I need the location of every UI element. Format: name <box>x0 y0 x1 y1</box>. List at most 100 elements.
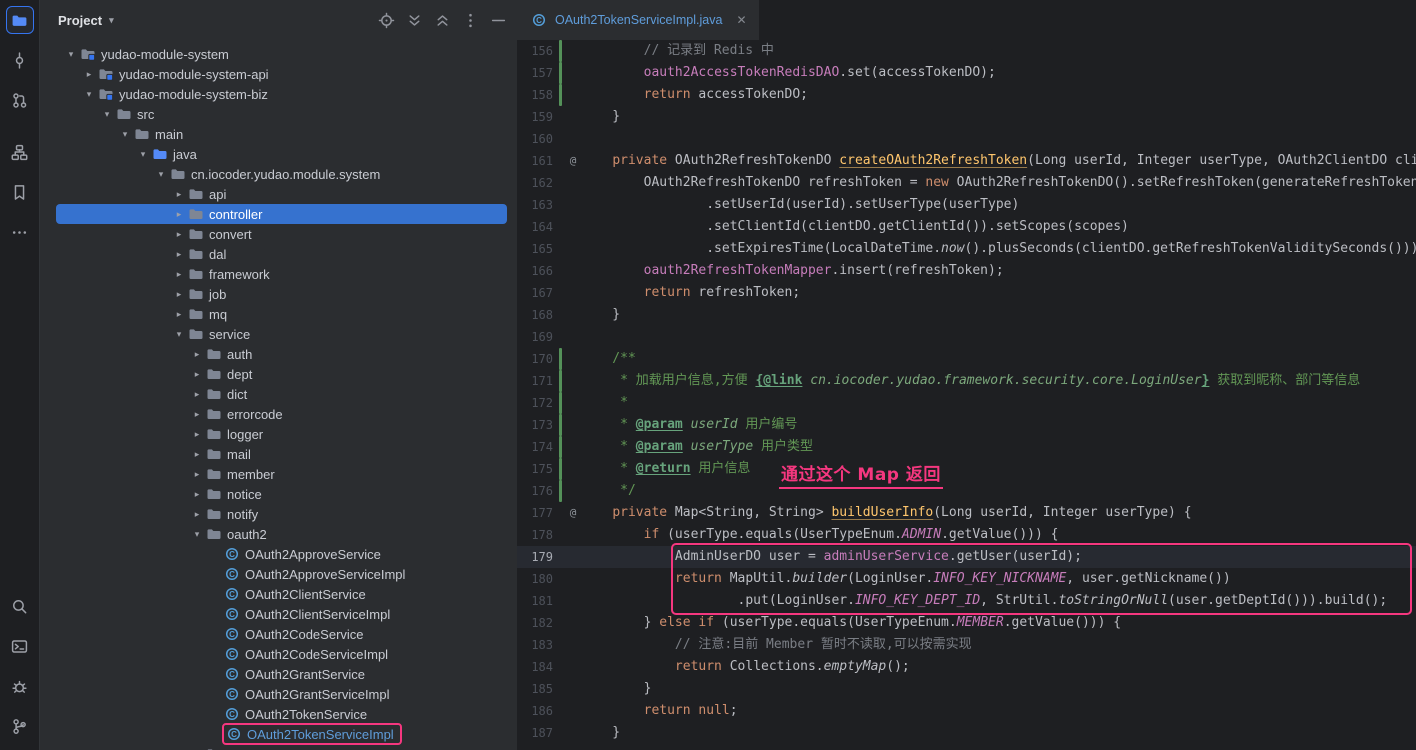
debug-icon[interactable] <box>6 672 34 700</box>
git-branch-icon[interactable] <box>6 712 34 740</box>
chevron-open-icon[interactable]: ▾ <box>154 169 168 180</box>
hide-panel-icon[interactable] <box>490 12 507 29</box>
line-number[interactable]: 164 <box>517 216 557 238</box>
code-line-174[interactable]: 174 * @param userType 用户类型 <box>517 436 1416 458</box>
code-line-177[interactable]: 177@ private Map<String, String> buildUs… <box>517 502 1416 524</box>
code-line-157[interactable]: 157 oauth2AccessTokenRedisDAO.set(access… <box>517 62 1416 84</box>
tree-item-service[interactable]: ▾service <box>40 324 517 344</box>
project-panel-title[interactable]: Project <box>58 13 102 28</box>
code-line-183[interactable]: 183 // 注意:目前 Member 暂时不读取,可以按需实现 <box>517 634 1416 656</box>
line-number[interactable]: 182 <box>517 612 557 634</box>
code-line-163[interactable]: 163 .setUserId(userId).setUserType(userT… <box>517 194 1416 216</box>
code-line-178[interactable]: 178 if (userType.equals(UserTypeEnum.ADM… <box>517 524 1416 546</box>
chevron-closed-icon[interactable]: ▸ <box>190 389 204 400</box>
code-line-176[interactable]: 176 */ <box>517 480 1416 502</box>
chevron-open-icon[interactable]: ▾ <box>136 149 150 160</box>
tree-item-auth[interactable]: ▸auth <box>40 344 517 364</box>
code-line-175[interactable]: 175 * @return 用户信息 <box>517 458 1416 480</box>
tree-item-api[interactable]: ▸api <box>40 184 517 204</box>
tree-item-mail[interactable]: ▸mail <box>40 444 517 464</box>
chevron-closed-icon[interactable]: ▸ <box>190 489 204 500</box>
line-number[interactable]: 166 <box>517 260 557 282</box>
chevron-open-icon[interactable]: ▾ <box>190 529 204 540</box>
bookmarks-icon[interactable] <box>6 178 34 206</box>
tree-item-oauth2codeservice[interactable]: COAuth2CodeService <box>40 624 517 644</box>
tree-item-oauth2grantserviceimpl[interactable]: COAuth2GrantServiceImpl <box>40 684 517 704</box>
line-number[interactable]: 186 <box>517 700 557 722</box>
chevron-open-icon[interactable]: ▾ <box>172 329 186 340</box>
code-line-186[interactable]: 186 return null; <box>517 700 1416 722</box>
code-line-169[interactable]: 169 <box>517 326 1416 348</box>
tree-item-job[interactable]: ▸job <box>40 284 517 304</box>
structure-icon[interactable] <box>6 138 34 166</box>
line-number[interactable]: 173 <box>517 414 557 436</box>
chevron-open-icon[interactable]: ▾ <box>100 109 114 120</box>
code-line-161[interactable]: 161@ private OAuth2RefreshTokenDO create… <box>517 150 1416 172</box>
chevron-closed-icon[interactable]: ▸ <box>172 269 186 280</box>
code-line-162[interactable]: 162 OAuth2RefreshTokenDO refreshToken = … <box>517 172 1416 194</box>
code-line-158[interactable]: 158 return accessTokenDO; <box>517 84 1416 106</box>
tree-item-main[interactable]: ▾main <box>40 124 517 144</box>
tree-item-oauth2approveserviceimpl[interactable]: COAuth2ApproveServiceImpl <box>40 564 517 584</box>
code-lines[interactable]: 通过这个 Map 返回 156 // 记录到 Redis 中157 oauth2… <box>517 40 1416 750</box>
chevron-closed-icon[interactable]: ▸ <box>172 289 186 300</box>
tree-item-member[interactable]: ▸member <box>40 464 517 484</box>
tree-item-oauth2tokenservice[interactable]: COAuth2TokenService <box>40 704 517 724</box>
code-line-168[interactable]: 168 } <box>517 304 1416 326</box>
code-line-156[interactable]: 156 // 记录到 Redis 中 <box>517 40 1416 62</box>
line-number[interactable]: 178 <box>517 524 557 546</box>
line-number[interactable]: 180 <box>517 568 557 590</box>
code-line-181[interactable]: 181 .put(LoginUser.INFO_KEY_DEPT_ID, Str… <box>517 590 1416 612</box>
chevron-closed-icon[interactable]: ▸ <box>190 469 204 480</box>
tree-item-java[interactable]: ▾java <box>40 144 517 164</box>
line-number[interactable]: 175 <box>517 458 557 480</box>
tree-item-errorcode[interactable]: ▸errorcode <box>40 404 517 424</box>
more-actions-icon[interactable] <box>462 12 479 29</box>
chevron-closed-icon[interactable]: ▸ <box>172 229 186 240</box>
line-number[interactable]: 159 <box>517 106 557 128</box>
tree-item-mq[interactable]: ▸mq <box>40 304 517 324</box>
tree-item-notice[interactable]: ▸notice <box>40 484 517 504</box>
annotation-gutter-icon[interactable]: @ <box>565 502 581 524</box>
code-line-184[interactable]: 184 return Collections.emptyMap(); <box>517 656 1416 678</box>
line-number[interactable]: 167 <box>517 282 557 304</box>
commit-icon[interactable] <box>6 46 34 74</box>
tree-item-dept[interactable]: ▸dept <box>40 364 517 384</box>
chevron-open-icon[interactable]: ▾ <box>64 49 78 60</box>
code-line-182[interactable]: 182 } else if (userType.equals(UserTypeE… <box>517 612 1416 634</box>
expand-all-icon[interactable] <box>406 12 423 29</box>
tree-item-oauth2codeserviceimpl[interactable]: COAuth2CodeServiceImpl <box>40 644 517 664</box>
chevron-closed-icon[interactable]: ▸ <box>190 429 204 440</box>
chevron-closed-icon[interactable]: ▸ <box>190 449 204 460</box>
tree-item-logger[interactable]: ▸logger <box>40 424 517 444</box>
tree-item-oauth2tokenserviceimpl[interactable]: COAuth2TokenServiceImpl <box>40 724 517 744</box>
tab-close-icon[interactable]: ✕ <box>736 13 746 27</box>
code-line-165[interactable]: 165 .setExpiresTime(LocalDateTime.now().… <box>517 238 1416 260</box>
tree-item-dal[interactable]: ▸dal <box>40 244 517 264</box>
code-line-180[interactable]: 180 return MapUtil.builder(LoginUser.INF… <box>517 568 1416 590</box>
code-line-166[interactable]: 166 oauth2RefreshTokenMapper.insert(refr… <box>517 260 1416 282</box>
line-number[interactable]: 169 <box>517 326 557 348</box>
tree-item-cn-iocoder-yudao-module-system[interactable]: ▾cn.iocoder.yudao.module.system <box>40 164 517 184</box>
code-line-160[interactable]: 160 <box>517 128 1416 150</box>
line-number[interactable]: 184 <box>517 656 557 678</box>
code-line-164[interactable]: 164 .setClientId(clientDO.getClientId())… <box>517 216 1416 238</box>
line-number[interactable]: 170 <box>517 348 557 370</box>
tree-item-oauth2[interactable]: ▾oauth2 <box>40 524 517 544</box>
line-number[interactable]: 185 <box>517 678 557 700</box>
editor-tab[interactable]: C OAuth2TokenServiceImpl.java ✕ <box>517 0 759 40</box>
tree-item-controller[interactable]: ▸controller <box>56 204 507 224</box>
line-number[interactable]: 171 <box>517 370 557 392</box>
code-line-187[interactable]: 187 } <box>517 722 1416 744</box>
line-number[interactable]: 177 <box>517 502 557 524</box>
tree-item-src[interactable]: ▾src <box>40 104 517 124</box>
line-number[interactable]: 157 <box>517 62 557 84</box>
project-folder-icon[interactable] <box>6 6 34 34</box>
code-line-159[interactable]: 159 } <box>517 106 1416 128</box>
more-tool-windows-icon[interactable] <box>6 218 34 246</box>
code-line-171[interactable]: 171 * 加载用户信息,方便 {@link cn.iocoder.yudao.… <box>517 370 1416 392</box>
chevron-closed-icon[interactable]: ▸ <box>172 249 186 260</box>
line-number[interactable]: 187 <box>517 722 557 744</box>
line-number[interactable]: 165 <box>517 238 557 260</box>
select-opened-file-icon[interactable] <box>378 12 395 29</box>
